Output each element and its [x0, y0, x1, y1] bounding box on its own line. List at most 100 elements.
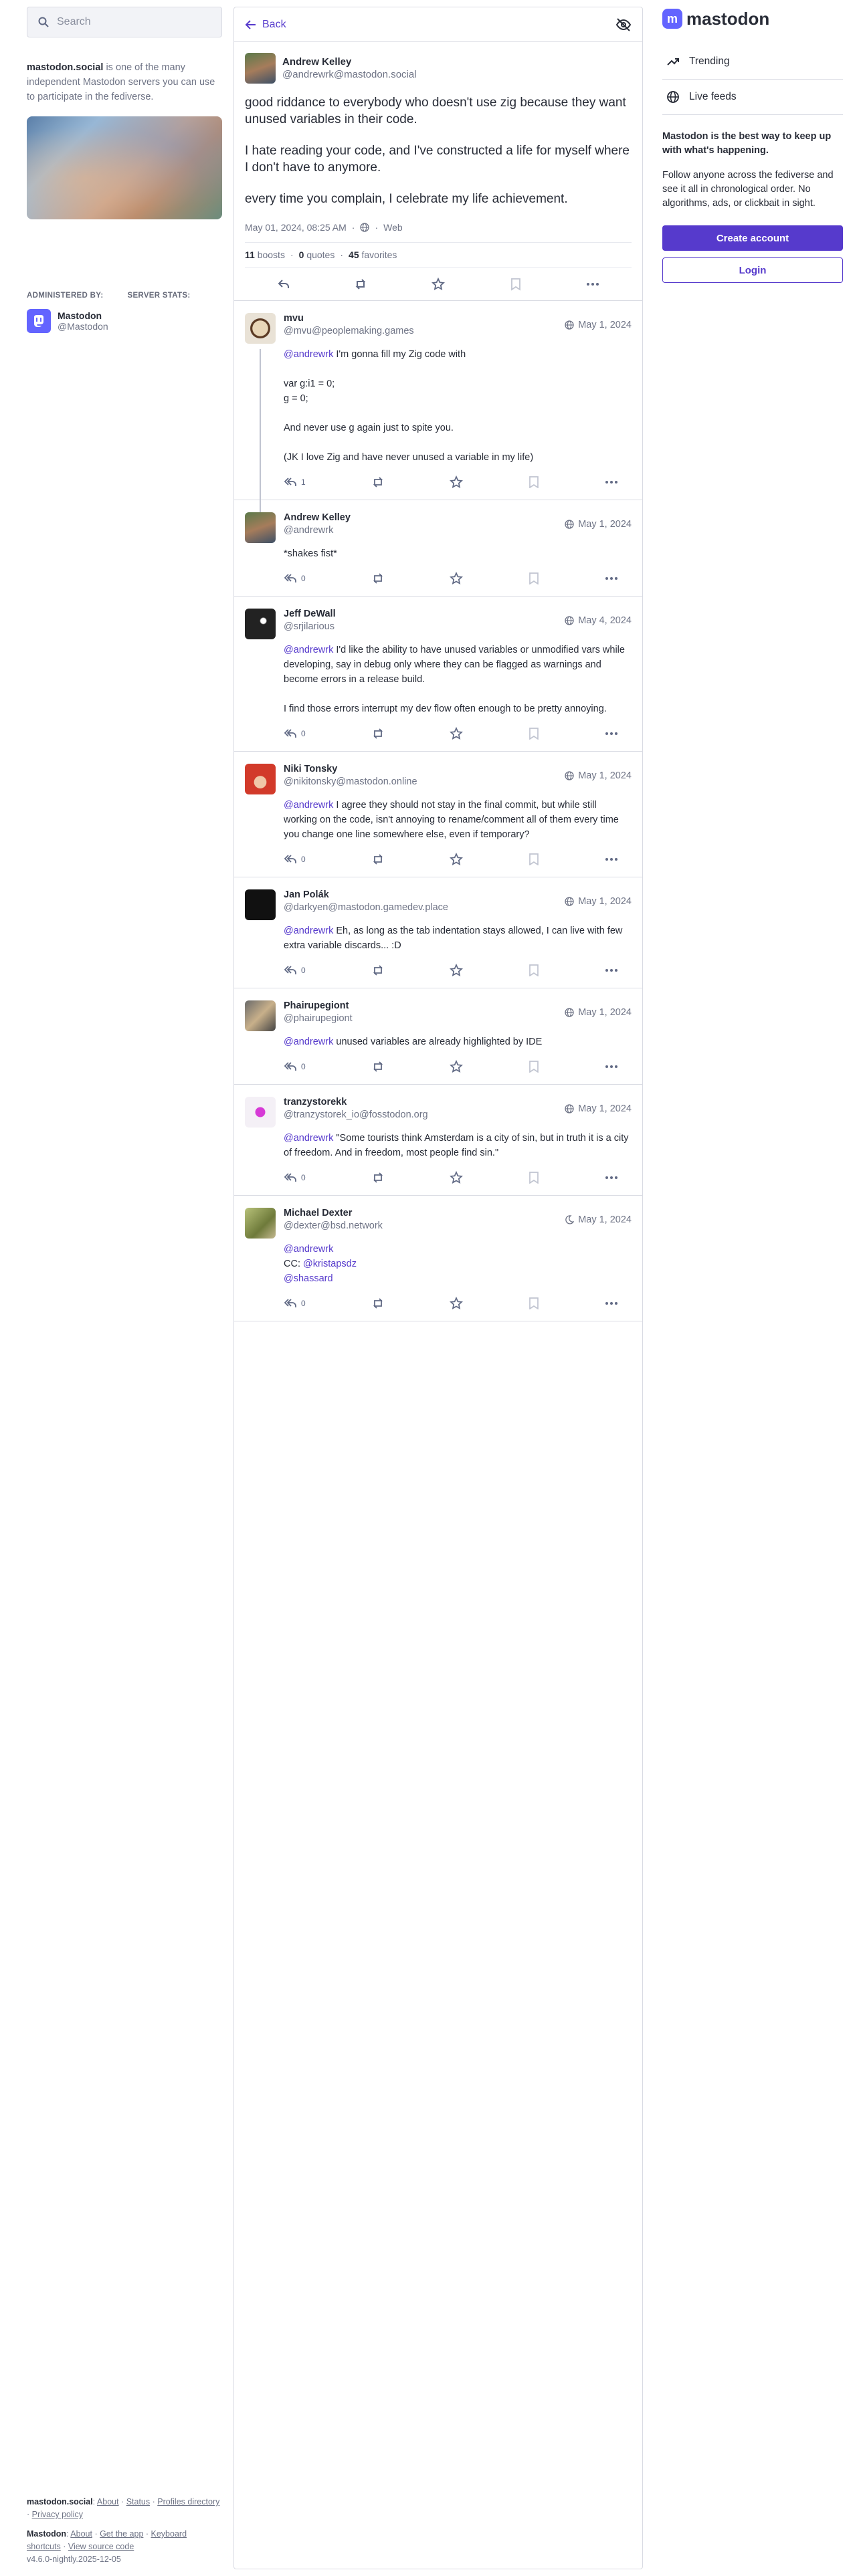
create-account-button[interactable]: Create account [662, 225, 843, 251]
reply-status[interactable]: mvu @mvu@peoplemaking.games May 1, 2024 @… [234, 301, 642, 516]
more-icon[interactable] [583, 275, 602, 294]
boost-icon[interactable] [371, 475, 385, 489]
boosts-count[interactable]: 11 boosts [245, 249, 285, 260]
boost-icon[interactable] [351, 275, 370, 294]
star-icon[interactable] [429, 275, 448, 294]
avatar[interactable] [245, 53, 276, 84]
status-date[interactable]: May 1, 2024 [578, 1103, 632, 1114]
mention-link[interactable]: @andrewrk [284, 926, 333, 936]
star-icon[interactable] [450, 572, 464, 585]
bookmark-icon[interactable] [529, 728, 539, 740]
quotes-count[interactable]: 0 quotes [299, 249, 335, 260]
nav-live-feeds[interactable]: Live feeds [662, 81, 843, 113]
mention-link[interactable]: @shassard [284, 1273, 333, 1284]
more-icon[interactable] [605, 1065, 618, 1069]
reply-all-button[interactable]: 1 [284, 476, 306, 488]
status-date[interactable]: May 1, 2024 [578, 519, 632, 530]
avatar[interactable] [245, 889, 276, 920]
more-icon[interactable] [605, 576, 618, 580]
reply-all-button[interactable]: 0 [284, 1172, 306, 1184]
footer-about2-link[interactable]: About [70, 2529, 92, 2539]
boost-icon[interactable] [371, 727, 385, 740]
footer-get-app-link[interactable]: Get the app [100, 2529, 143, 2539]
login-button[interactable]: Login [662, 257, 843, 283]
reply-status[interactable]: Jan Polák @darkyen@mastodon.gamedev.place… [234, 877, 642, 988]
reply-icon[interactable] [274, 275, 293, 294]
reply-all-button[interactable]: 0 [284, 964, 306, 976]
mention-link[interactable]: @andrewrk [284, 645, 333, 655]
reply-status[interactable]: Phairupegiont @phairupegiont May 1, 2024 … [234, 988, 642, 1085]
star-icon[interactable] [450, 853, 464, 866]
status-date[interactable]: May 4, 2024 [578, 615, 632, 626]
star-icon[interactable] [450, 475, 464, 489]
favorites-count[interactable]: 45 favorites [349, 249, 397, 260]
reply-status[interactable]: tranzystorekk @tranzystorek_io@fosstodon.… [234, 1085, 642, 1196]
status-date[interactable]: May 1, 2024 [578, 1214, 632, 1225]
reply-all-button[interactable]: 0 [284, 728, 306, 740]
avatar[interactable] [245, 609, 276, 639]
bookmark-icon[interactable] [529, 853, 539, 865]
footer-profiles-link[interactable]: Profiles directory [157, 2497, 219, 2506]
hide-content-icon[interactable] [615, 17, 632, 33]
mention-link[interactable]: @andrewrk [284, 800, 333, 811]
footer-status-link[interactable]: Status [126, 2497, 150, 2506]
avatar[interactable] [245, 1000, 276, 1031]
nav-trending[interactable]: Trending [662, 45, 843, 78]
reply-status[interactable]: Michael Dexter @dexter@bsd.network May 1,… [234, 1196, 642, 1321]
reply-status[interactable]: Jeff DeWall @srjilarious May 4, 2024 @and… [234, 597, 642, 752]
star-icon[interactable] [450, 1171, 464, 1184]
more-icon[interactable] [605, 732, 618, 736]
more-icon[interactable] [605, 1301, 618, 1305]
avatar[interactable] [245, 313, 276, 344]
avatar[interactable] [245, 1097, 276, 1128]
boost-icon[interactable] [371, 853, 385, 866]
status-date[interactable]: May 1, 2024 [578, 1007, 632, 1018]
bookmark-icon[interactable] [529, 1061, 539, 1073]
bookmark-icon[interactable] [506, 275, 525, 294]
mention-link[interactable]: @andrewrk [284, 1244, 333, 1255]
bookmark-icon[interactable] [529, 1172, 539, 1184]
footer-privacy-link[interactable]: Privacy policy [32, 2510, 83, 2519]
boost-icon[interactable] [371, 1060, 385, 1073]
bookmark-icon[interactable] [529, 572, 539, 584]
boost-icon[interactable] [371, 964, 385, 977]
bookmark-icon[interactable] [529, 476, 539, 488]
mention-link[interactable]: @andrewrk [284, 1133, 333, 1144]
status-date[interactable]: May 1, 2024 [578, 770, 632, 781]
star-icon[interactable] [450, 1297, 464, 1310]
main-status-account[interactable]: Andrew Kelley @andrewrk@mastodon.social [245, 53, 632, 84]
boost-icon[interactable] [371, 1297, 385, 1310]
boost-icon[interactable] [371, 572, 385, 585]
status-date[interactable]: May 1, 2024 [578, 320, 632, 330]
reply-all-button[interactable]: 0 [284, 853, 306, 865]
reply-all-button[interactable]: 0 [284, 1061, 306, 1073]
mention-link[interactable]: @andrewrk [284, 1037, 333, 1047]
status-date[interactable]: May 01, 2024, 08:25 AM [245, 222, 347, 233]
bookmark-icon[interactable] [529, 964, 539, 976]
star-icon[interactable] [450, 964, 464, 977]
reply-status[interactable]: Niki Tonsky @nikitonsky@mastodon.online M… [234, 752, 642, 877]
footer-about-link[interactable]: About [97, 2497, 119, 2506]
status-date[interactable]: May 1, 2024 [578, 896, 632, 907]
boost-icon[interactable] [371, 1171, 385, 1184]
avatar[interactable] [245, 764, 276, 794]
mention-link[interactable]: @kristapsdz [303, 1259, 357, 1269]
reply-all-button[interactable]: 0 [284, 1297, 306, 1309]
star-icon[interactable] [450, 1060, 464, 1073]
more-icon[interactable] [605, 1176, 618, 1180]
avatar[interactable] [245, 1208, 276, 1239]
bookmark-icon[interactable] [529, 1297, 539, 1309]
reply-status[interactable]: Andrew Kelley @andrewrk May 1, 2024 *shak… [234, 500, 642, 597]
back-button[interactable]: Back [245, 19, 286, 31]
mention-link[interactable]: @andrewrk [284, 349, 333, 360]
admin-account[interactable]: Mastodon @Mastodon [27, 309, 222, 333]
reply-all-button[interactable]: 0 [284, 572, 306, 584]
footer-source-link[interactable]: View source code [68, 2542, 134, 2551]
server-name[interactable]: mastodon.social [27, 62, 103, 73]
avatar[interactable] [245, 512, 276, 543]
more-icon[interactable] [605, 480, 618, 484]
search-input[interactable]: Search [27, 7, 222, 37]
more-icon[interactable] [605, 857, 618, 861]
star-icon[interactable] [450, 727, 464, 740]
mastodon-logo[interactable]: m mastodon [662, 7, 843, 31]
